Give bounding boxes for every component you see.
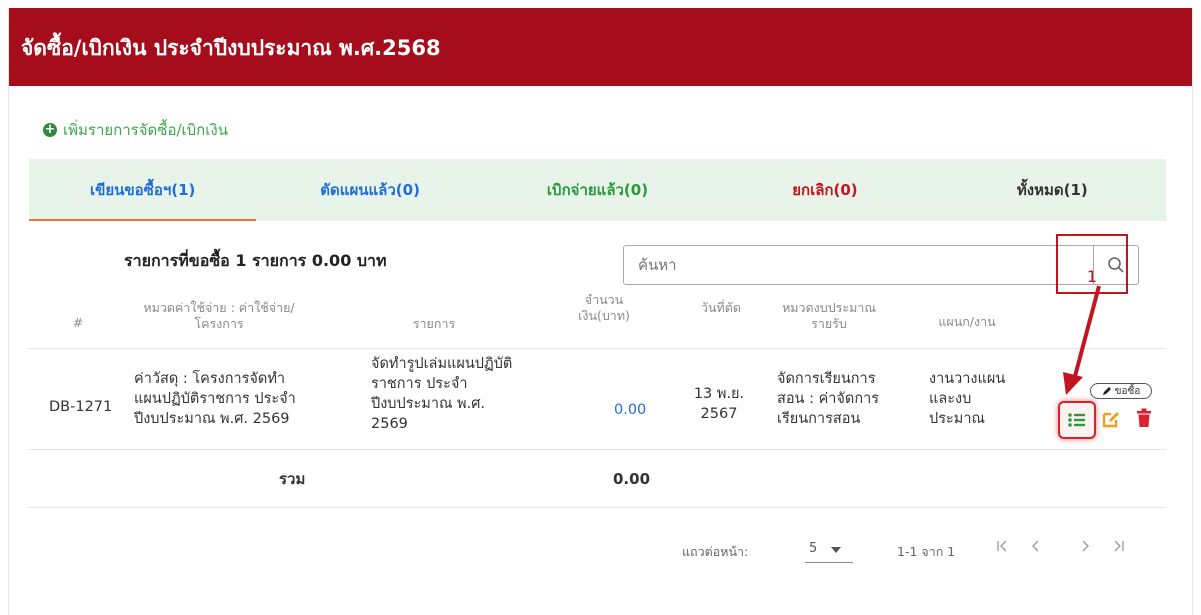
list-icon: [1068, 413, 1085, 427]
row-date: 13 พ.ย. 2567: [689, 384, 749, 424]
rows-per-page-select[interactable]: 5: [805, 536, 853, 563]
main-card: จัดซื้อ/เบิกเงิน ประจำปีงบประมาณ พ.ศ.256…: [8, 8, 1193, 615]
edit-icon: [1102, 412, 1119, 428]
row-item: จัดทำรูปเล่มแผนปฏิบัติ ราชการ ประจำ ปีงบ…: [371, 354, 571, 434]
last-page-icon: [1114, 540, 1124, 552]
col-header-budget: หมวดงบประมาณ รายรับ: [774, 300, 884, 332]
status-badge: ขอซื้อ: [1090, 383, 1152, 399]
row-date-line1: 13 พ.ย.: [693, 386, 745, 402]
col-header-amount-line2: เงิน(บาท): [578, 308, 630, 323]
col-header-category-line1: หมวดค่าใช้จ่าย : ค่าใช้จ่าย/: [143, 300, 295, 315]
tab-cancelled-label: ยกเลิก(0): [792, 181, 858, 199]
tab-draft-label: เขียนขอซื้อฯ(1): [89, 181, 196, 199]
tab-paid-label: เบิกจ่ายแล้ว(0): [546, 181, 649, 199]
annotation-step-number: 1: [1086, 267, 1098, 286]
col-header-date: วันที่ตัด: [700, 300, 742, 315]
status-badge-label: ขอซื้อ: [1114, 385, 1141, 397]
col-header-budget-line2: รายรับ: [811, 316, 847, 331]
row-id: DB-1271: [49, 399, 113, 415]
row-budget-line1: จัดการเรียนการ: [777, 371, 876, 387]
first-page-icon: [997, 540, 1007, 552]
row-category-line1: ค่าวัสดุ : โครงการจัดทำ: [134, 371, 286, 387]
plus-circle-icon: +: [43, 122, 57, 137]
row-divider: [29, 449, 1166, 450]
col-header-item: รายการ: [412, 316, 456, 331]
row-dept-line1: งานวางแผน: [929, 371, 1006, 387]
col-header-amount: จำนวน เงิน(บาท): [559, 292, 649, 324]
summary-text: รายการที่ขอซื้อ 1 รายการ 0.00 บาท: [124, 251, 387, 270]
tab-all-label: ทั้งหมด(1): [1016, 181, 1088, 199]
search-input[interactable]: [636, 255, 1020, 275]
caret-down-icon: [831, 547, 841, 553]
col-header-index: #: [72, 315, 84, 330]
total-label: รวม: [279, 470, 306, 488]
row-dept: งานวางแผน และงบ ประมาณ: [929, 369, 1029, 429]
tab-cut-plan[interactable]: ตัดแผนแล้ว(0): [256, 159, 483, 221]
add-purchase-label: เพิ่มรายการจัดซื้อ/เบิกเงิน: [63, 121, 228, 139]
row-dept-line3: ประมาณ: [929, 411, 985, 427]
chevron-left-icon: [1032, 540, 1039, 552]
chevron-right-icon: [1082, 540, 1089, 552]
col-header-dept: แผนก/งาน: [938, 314, 996, 329]
row-item-line3: ปีงบประมาณ พ.ศ.: [371, 396, 486, 412]
row-amount[interactable]: 0.00: [614, 400, 646, 420]
row-date-line2: 2567: [700, 406, 738, 422]
row-category: ค่าวัสดุ : โครงการจัดทำ แผนปฏิบัติราชการ…: [134, 369, 334, 429]
total-value: 0.00: [613, 470, 651, 488]
status-tabs: เขียนขอซื้อฯ(1) ตัดแผนแล้ว(0) เบิกจ่ายแล…: [29, 159, 1166, 221]
edit-button[interactable]: [1100, 408, 1122, 430]
next-page-button[interactable]: [1078, 538, 1096, 558]
first-page-button[interactable]: [996, 538, 1014, 558]
row-budget-line3: เรียนการสอน: [777, 411, 861, 427]
add-purchase-link[interactable]: + เพิ่มรายการจัดซื้อ/เบิกเงิน: [43, 118, 228, 142]
col-header-category: หมวดค่าใช้จ่าย : ค่าใช้จ่าย/ โครงการ: [121, 300, 317, 332]
row-category-line3: ปีงบประมาณ พ.ศ. 2569: [134, 411, 290, 427]
details-list-button[interactable]: [1058, 401, 1096, 439]
tab-paid[interactable]: เบิกจ่ายแล้ว(0): [484, 159, 711, 221]
rows-per-page-value: 5: [809, 541, 818, 556]
row-budget: จัดการเรียนการ สอน : ค่าจัดการ เรียนการส…: [777, 369, 907, 429]
page-range: 1-1 จาก 1: [897, 544, 956, 559]
tab-cancelled[interactable]: ยกเลิก(0): [711, 159, 938, 221]
col-header-amount-line1: จำนวน: [584, 292, 624, 307]
row-item-line1: จัดทำรูปเล่มแผนปฏิบัติ: [371, 356, 513, 372]
row-dept-line2: และงบ: [929, 391, 972, 407]
pencil-icon: [1102, 387, 1111, 395]
last-page-button[interactable]: [1111, 538, 1129, 558]
delete-button[interactable]: [1133, 407, 1155, 429]
col-header-budget-line1: หมวดงบประมาณ: [782, 300, 876, 315]
trash-icon: [1137, 408, 1151, 427]
annotation-step-box: 1: [1056, 234, 1128, 294]
row-item-line2: ราชการ ประจำ: [371, 376, 468, 392]
row-item-line4: 2569: [371, 416, 408, 432]
total-divider: [29, 507, 1166, 508]
row-budget-line2: สอน : ค่าจัดการ: [777, 391, 880, 407]
tab-cut-plan-label: ตัดแผนแล้ว(0): [320, 181, 420, 199]
page-title: จัดซื้อ/เบิกเงิน ประจำปีงบประมาณ พ.ศ.256…: [21, 36, 441, 60]
tab-all[interactable]: ทั้งหมด(1): [939, 159, 1166, 221]
tab-draft[interactable]: เขียนขอซื้อฯ(1): [29, 159, 257, 221]
header-divider: [29, 348, 1166, 349]
col-header-category-line2: โครงการ: [194, 316, 244, 331]
row-category-line2: แผนปฏิบัติราชการ ประจำ: [134, 391, 296, 407]
page-header: จัดซื้อ/เบิกเงิน ประจำปีงบประมาณ พ.ศ.256…: [9, 8, 1192, 86]
prev-page-button[interactable]: [1029, 538, 1047, 558]
rows-per-page-label: แถวต่อหน้า:: [682, 544, 749, 559]
